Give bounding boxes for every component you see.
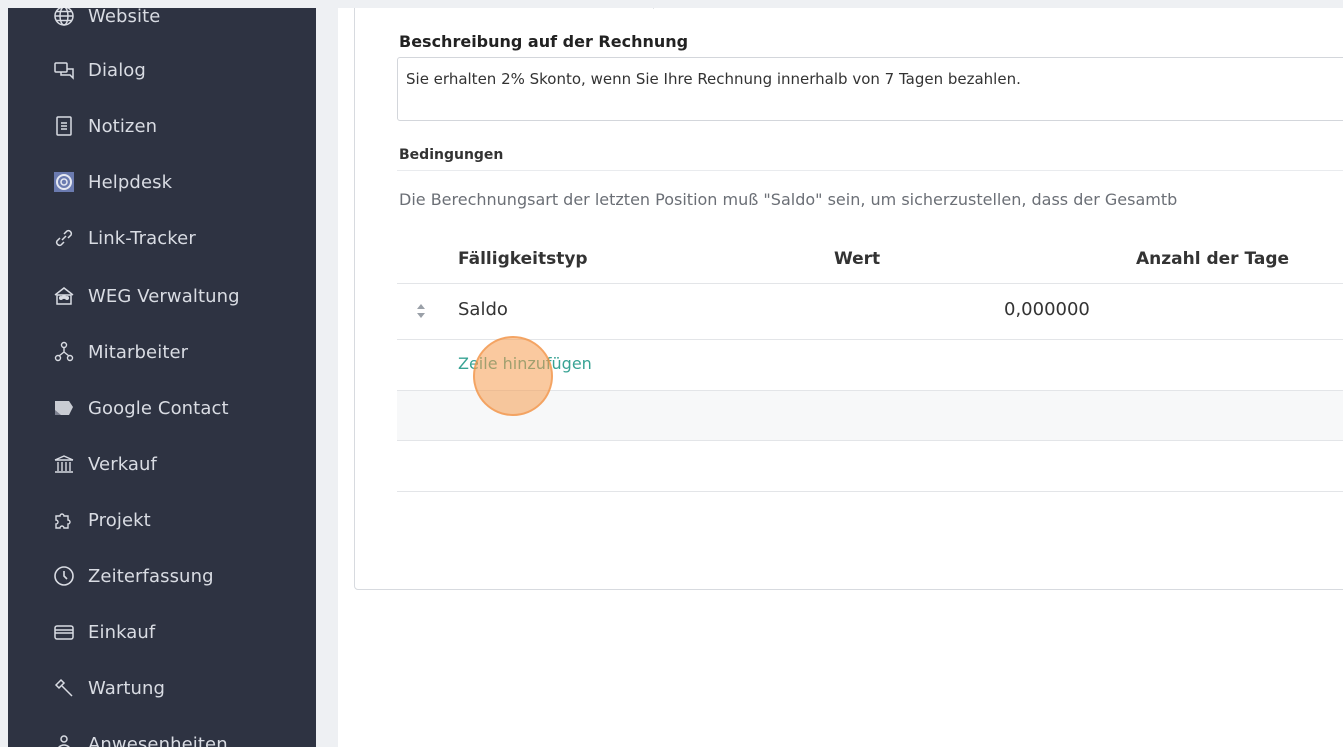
divider: [397, 339, 1343, 340]
divider: [397, 491, 1343, 492]
building-icon: [52, 452, 76, 476]
sidebar-item-label: Einkauf: [88, 621, 156, 643]
sidebar-item-notizen[interactable]: Notizen: [8, 106, 316, 146]
column-header-days[interactable]: Anzahl der Tage: [1136, 249, 1289, 269]
sidebar: Website Dialog Notizen Helpdesk Link-Tra: [8, 8, 316, 747]
hammer-icon: [52, 676, 76, 700]
link-icon: [52, 226, 76, 250]
chat-icon: [52, 58, 76, 82]
click-indicator: [473, 336, 553, 416]
conditions-label: Bedingungen: [399, 147, 504, 163]
sidebar-item-zeiterfassung[interactable]: Zeiterfassung: [8, 556, 316, 596]
sidebar-item-label: Notizen: [88, 115, 158, 137]
column-header-value[interactable]: Wert: [834, 249, 880, 269]
puzzle-icon: [52, 508, 76, 532]
note-icon: [52, 114, 76, 138]
sidebar-item-anwesenheiten[interactable]: Anwesenheiten: [8, 724, 316, 747]
sidebar-item-einkauf[interactable]: Einkauf: [8, 612, 316, 652]
description-label: Beschreibung auf der Rechnung: [399, 32, 689, 51]
card-icon: [52, 620, 76, 644]
sidebar-item-label: Anwesenheiten: [88, 733, 228, 747]
google-contact-icon: [52, 396, 76, 420]
group-icon: [52, 284, 76, 308]
sidebar-item-label: Website: [88, 8, 161, 27]
divider: [397, 170, 1343, 171]
description-field[interactable]: Sie erhalten 2% Skonto, wenn Sie Ihre Re…: [397, 57, 1343, 121]
person-icon: [52, 732, 76, 747]
sidebar-item-dialog[interactable]: Dialog: [8, 50, 316, 90]
sidebar-item-label: Zeiterfassung: [88, 565, 214, 587]
divider: [397, 283, 1343, 284]
id-field-divider: [653, 8, 654, 9]
sidebar-item-label: Google Contact: [88, 397, 229, 419]
globe-icon: [52, 8, 76, 28]
sidebar-item-google-contact[interactable]: Google Contact: [8, 388, 316, 428]
main-content: ID Beschreibung auf der Rechnung Sie erh…: [338, 8, 1343, 747]
value-cell[interactable]: 0,000000: [1004, 299, 1090, 320]
clock-icon: [52, 564, 76, 588]
sidebar-item-label: WEG Verwaltung: [88, 285, 240, 307]
sidebar-item-website[interactable]: Website: [8, 8, 316, 36]
sidebar-item-label: Projekt: [88, 509, 151, 531]
sidebar-item-helpdesk[interactable]: Helpdesk: [8, 162, 316, 202]
sidebar-item-verkauf[interactable]: Verkauf: [8, 444, 316, 484]
lifebuoy-icon: [52, 170, 76, 194]
sidebar-item-label: Mitarbeiter: [88, 341, 189, 363]
column-header-due-type[interactable]: Fälligkeitstyp: [458, 249, 588, 269]
sidebar-item-label: Wartung: [88, 677, 166, 699]
divider: [397, 440, 1343, 441]
sidebar-item-label: Verkauf: [88, 453, 157, 475]
drag-handle-icon[interactable]: [415, 302, 427, 320]
payment-terms-card: ID Beschreibung auf der Rechnung Sie erh…: [354, 8, 1343, 590]
sidebar-item-link-tracker[interactable]: Link-Tracker: [8, 218, 316, 258]
screen: Website Dialog Notizen Helpdesk Link-Tra: [0, 0, 1343, 747]
description-value: Sie erhalten 2% Skonto, wenn Sie Ihre Re…: [406, 70, 1021, 88]
sidebar-item-projekt[interactable]: Projekt: [8, 500, 316, 540]
sidebar-item-label: Helpdesk: [88, 171, 173, 193]
sidebar-item-weg-verwaltung[interactable]: WEG Verwaltung: [8, 276, 316, 316]
sidebar-item-label: Link-Tracker: [88, 227, 196, 249]
sidebar-item-wartung[interactable]: Wartung: [8, 668, 316, 708]
sidebar-item-mitarbeiter[interactable]: Mitarbeiter: [8, 332, 316, 372]
sidebar-item-label: Dialog: [88, 59, 146, 81]
people-tree-icon: [52, 340, 76, 364]
conditions-hint: Die Berechnungsart der letzten Position …: [399, 190, 1178, 209]
due-type-cell[interactable]: Saldo: [458, 299, 508, 320]
